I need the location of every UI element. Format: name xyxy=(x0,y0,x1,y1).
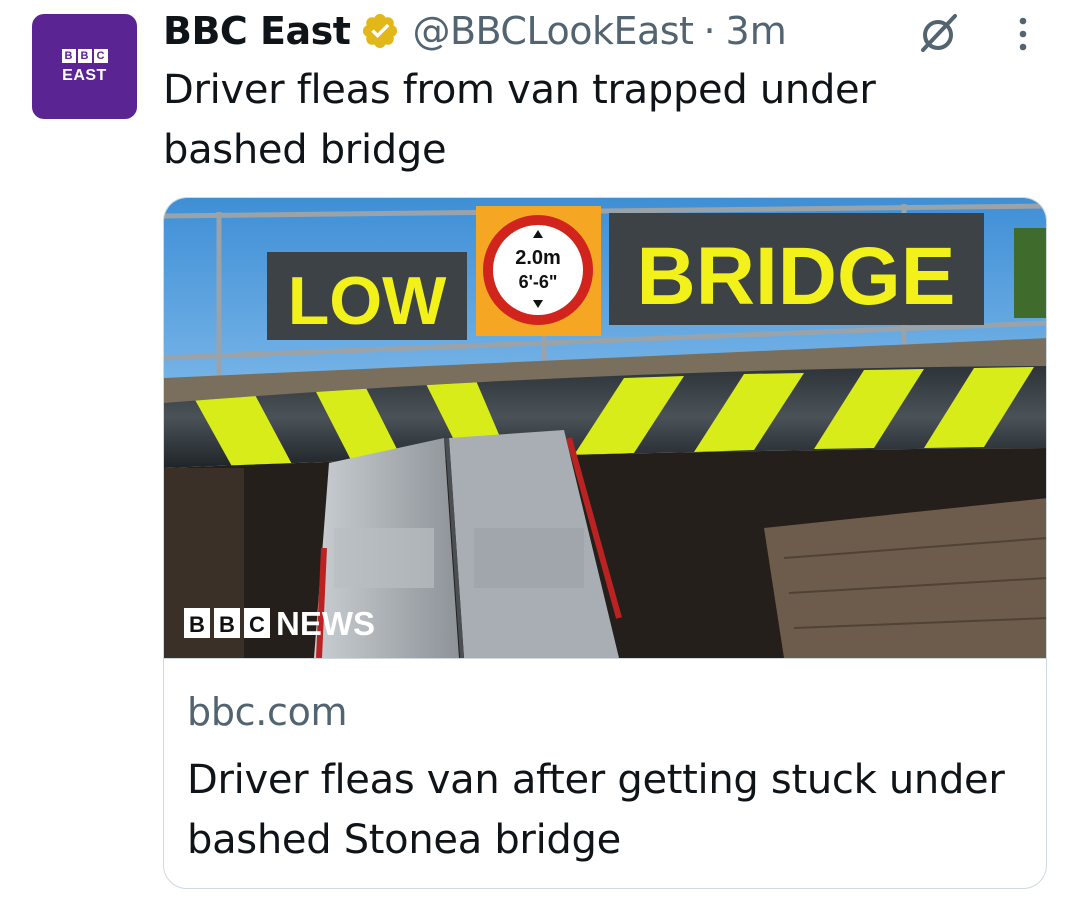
display-name[interactable]: BBC East xyxy=(163,9,351,53)
separator-dot: · xyxy=(703,9,716,53)
card-title[interactable]: Driver fleas van after getting stuck und… xyxy=(187,750,1027,870)
sign-low-text: LOW xyxy=(288,263,447,339)
watermark-block: B xyxy=(189,612,205,637)
handle[interactable]: @BBCLookEast xyxy=(412,9,694,53)
sign-limit-metric: 2.0m xyxy=(515,247,561,269)
more-vertical-icon[interactable] xyxy=(1008,14,1038,54)
card-domain[interactable]: bbc.com xyxy=(187,690,348,734)
bbc-logo-block: C xyxy=(93,48,108,63)
watermark-block: B xyxy=(219,612,235,637)
timestamp[interactable]: 3m xyxy=(726,9,787,53)
card-image[interactable]: LOW 2.0m 6'-6" BRIDGE B B C NEWS xyxy=(164,198,1046,658)
tweet[interactable]: B B C EAST BBC East @BBCLookEast · 3m Dr… xyxy=(0,0,1080,898)
bbc-logo: B B C xyxy=(61,48,108,63)
card-divider xyxy=(164,658,1046,659)
grok-translate-icon[interactable] xyxy=(915,10,961,56)
avatar[interactable]: B B C EAST xyxy=(32,14,137,119)
watermark-block: C xyxy=(249,612,265,637)
bbc-logo-block: B xyxy=(77,48,92,63)
sign-limit-imperial: 6'-6" xyxy=(519,272,558,292)
watermark-news-text: NEWS xyxy=(276,605,375,642)
bbc-logo-block: B xyxy=(61,48,76,63)
verified-badge-icon[interactable] xyxy=(360,11,400,51)
avatar-label: EAST xyxy=(62,66,107,84)
tweet-text: Driver fleas from van trapped under bash… xyxy=(163,67,876,173)
link-card[interactable]: LOW 2.0m 6'-6" BRIDGE B B C NEWS bbc.com… xyxy=(163,197,1047,889)
sign-bridge-text: BRIDGE xyxy=(637,231,956,322)
